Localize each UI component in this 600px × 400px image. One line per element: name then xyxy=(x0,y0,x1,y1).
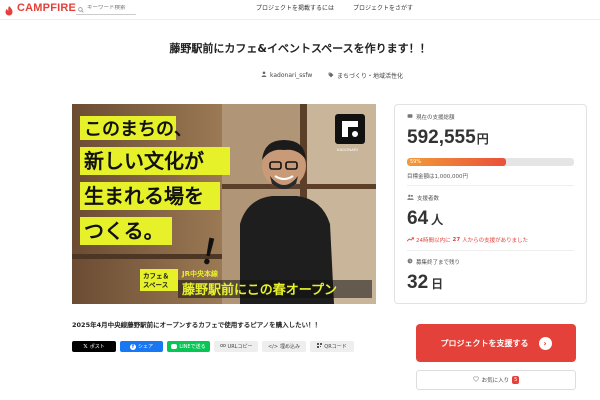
yen-coin-icon xyxy=(407,113,413,121)
kadonari-wordmark: KADONARI xyxy=(337,147,358,152)
support-project-button[interactable]: プロジェクトを支援する › xyxy=(416,324,576,362)
funding-progress-fill: 59% xyxy=(407,158,506,166)
arrow-right-icon: › xyxy=(538,336,552,350)
campfire-flame-icon xyxy=(3,2,15,16)
total-amount: 592,555円 xyxy=(407,127,489,148)
qr-icon xyxy=(317,343,323,350)
owner-name: kadonari_ssfw xyxy=(270,71,313,79)
share-facebook-button[interactable]: f シェア xyxy=(120,341,163,352)
site-header: CAMPFIRE プロジェクトを掲載するには プロジェクトをさがす xyxy=(0,0,600,20)
svg-text:つくる。: つくる。 xyxy=(84,219,164,243)
search-icon xyxy=(78,0,84,17)
heart-icon xyxy=(472,376,479,384)
line-icon xyxy=(171,344,178,349)
search-box[interactable] xyxy=(76,1,136,15)
svg-text:カフェ＆: カフェ＆ xyxy=(143,272,169,280)
tag-icon xyxy=(328,72,334,80)
share-line-button[interactable]: LINEで送る xyxy=(167,341,210,352)
user-icon xyxy=(261,71,267,79)
nav-link-post-project[interactable]: プロジェクトを掲載するには xyxy=(256,3,334,12)
search-input[interactable] xyxy=(87,4,135,11)
kadonari-logo xyxy=(335,114,365,144)
project-title: 藤野駅前にカフェ&イベントスペースを作ります！！ xyxy=(169,42,431,55)
backers-count: 64 人 xyxy=(407,208,444,229)
qr-code-button[interactable]: QRコード xyxy=(310,341,354,352)
funding-progress-bar: 59% xyxy=(407,158,574,166)
nav-link-find-project[interactable]: プロジェクトをさがす xyxy=(353,3,413,12)
x-icon: 𝕏 xyxy=(83,343,88,350)
svg-text:スペース: スペース xyxy=(143,281,168,289)
share-buttons: 𝕏 ポスト f シェア LINEで送る URLコピー </> 埋め込み QRコー… xyxy=(72,341,354,352)
people-icon xyxy=(407,194,414,202)
backers-label: 支援者数 xyxy=(407,194,439,202)
divider xyxy=(407,185,574,186)
project-subtitle: 2025年4月中央線藤野駅前にオープンするカフェで使用するピアノを購入したい！！ xyxy=(72,321,322,329)
svg-text:藤野駅前にこの春オープン: 藤野駅前にこの春オープン xyxy=(182,282,337,298)
svg-text:このまちの、: このまちの、 xyxy=(84,119,192,140)
remaining-label: 募集終了まで残り xyxy=(407,258,460,266)
embed-button[interactable]: </> 埋め込み xyxy=(262,341,306,352)
project-owner[interactable]: kadonari_ssfw xyxy=(261,71,312,79)
favorite-count-badge: 5 xyxy=(512,376,520,384)
recent-backers-note: 24時間以内に 27 人からの支援がありました xyxy=(406,236,528,244)
clock-icon xyxy=(407,258,413,266)
favorite-button[interactable]: お気に入り 5 xyxy=(416,370,576,390)
project-category[interactable]: まちづくり・地域活性化 xyxy=(328,71,403,80)
goal-amount: 目標金額は1,000,000円 xyxy=(407,174,468,180)
svg-text:JR中央本線: JR中央本線 xyxy=(181,269,218,278)
code-icon: </> xyxy=(267,343,279,350)
facebook-icon: f xyxy=(129,343,136,350)
total-label: 現在の支援総額 xyxy=(407,113,455,121)
funding-stats-panel: 現在の支援総額 592,555円 59% 目標金額は1,000,000円 支援者… xyxy=(394,104,587,304)
progress-percent: 59% xyxy=(410,159,422,165)
remaining-days: 32 日 xyxy=(407,272,444,293)
copy-url-button[interactable]: URLコピー xyxy=(214,341,258,352)
svg-text:生まれる場を: 生まれる場を xyxy=(84,184,204,208)
link-icon xyxy=(219,343,226,350)
divider xyxy=(407,250,574,251)
category-name: まちづくり・地域活性化 xyxy=(337,73,404,80)
logo-text: CAMPFIRE xyxy=(17,2,77,14)
share-x-button[interactable]: 𝕏 ポスト xyxy=(72,341,116,352)
campfire-logo[interactable]: CAMPFIRE xyxy=(3,2,77,16)
trending-up-icon xyxy=(406,236,414,244)
svg-text:新しい文化が: 新しい文化が xyxy=(84,149,204,173)
project-hero-image[interactable]: KADONARI このまちの、 新しい文化が 生まれる場を つくる。 ！ カフェ… xyxy=(72,104,376,304)
